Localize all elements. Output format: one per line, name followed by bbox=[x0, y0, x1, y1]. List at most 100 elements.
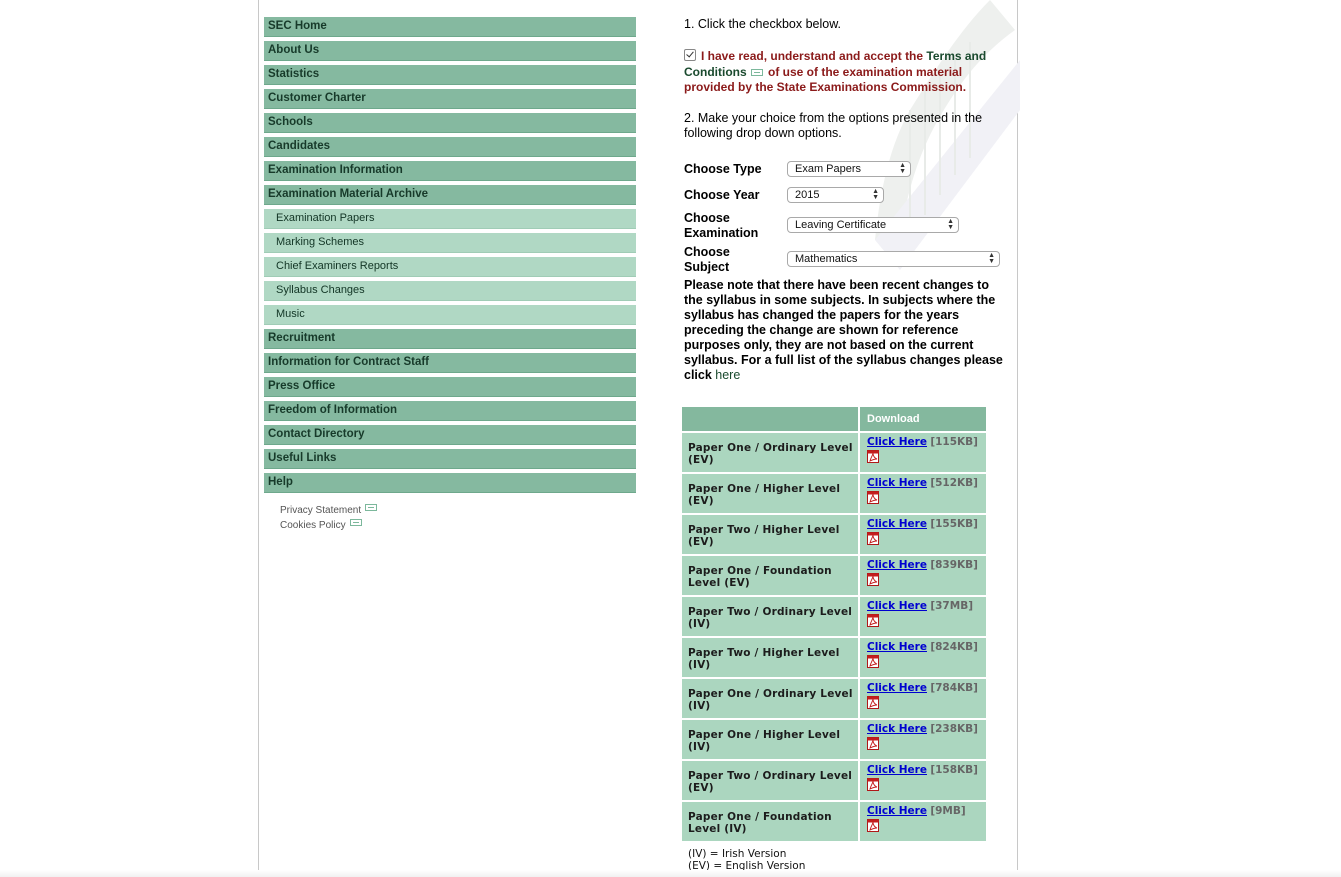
table-row: Paper One / Ordinary Level (IV) Click Her… bbox=[682, 679, 986, 718]
choose-subject-label: Choose Subject bbox=[684, 245, 730, 274]
file-size: [238KB] bbox=[930, 723, 978, 735]
sidebar-item-statistics[interactable]: Statistics bbox=[264, 65, 636, 85]
click-here-link[interactable]: Click Here bbox=[867, 518, 927, 530]
click-here-link[interactable]: Click Here bbox=[867, 723, 927, 735]
paper-name: Paper Two / Ordinary Level (EV) bbox=[682, 761, 858, 800]
choose-year-row: Choose Year 2015 ▲ ▼ bbox=[684, 187, 884, 203]
pdf-icon[interactable] bbox=[867, 614, 879, 627]
pdf-icon[interactable] bbox=[867, 696, 879, 709]
download-cell: Click Here [512KB] bbox=[860, 474, 986, 513]
privacy-statement-link[interactable]: Privacy Statement bbox=[280, 503, 378, 518]
download-cell: Click Here [824KB] bbox=[860, 638, 986, 677]
download-cell: Click Here [238KB] bbox=[860, 720, 986, 759]
syllabus-changes-here-link[interactable]: here bbox=[715, 368, 740, 382]
pdf-icon[interactable] bbox=[867, 778, 879, 791]
pdf-icon[interactable] bbox=[867, 573, 879, 586]
bottom-fade bbox=[0, 870, 1341, 877]
choose-type-value: Exam Papers bbox=[795, 163, 862, 175]
sidebar-subitem-marking-schemes[interactable]: Marking Schemes bbox=[264, 233, 636, 253]
click-here-link[interactable]: Click Here bbox=[867, 641, 927, 653]
choose-examination-select[interactable]: Leaving Certificate ▲ ▼ bbox=[787, 217, 959, 233]
table-row: Paper One / Ordinary Level (EV) Click Her… bbox=[682, 433, 986, 472]
sidebar-item-candidates[interactable]: Candidates bbox=[264, 137, 636, 157]
download-cell: Click Here [839KB] bbox=[860, 556, 986, 595]
download-cell: Click Here [37MB] bbox=[860, 597, 986, 636]
table-row: Paper Two / Ordinary Level (EV) Click Her… bbox=[682, 761, 986, 800]
cookies-policy-link[interactable]: Cookies Policy bbox=[280, 518, 377, 533]
choose-year-select[interactable]: 2015 ▲ ▼ bbox=[787, 187, 884, 203]
pdf-icon[interactable] bbox=[867, 532, 879, 545]
table-row: Paper One / Higher Level (EV) Click Here … bbox=[682, 474, 986, 513]
syllabus-note-text: Please note that there have been recent … bbox=[684, 278, 1003, 382]
choose-examination-label: Choose Examination bbox=[684, 211, 759, 240]
sidebar-item-sec-home[interactable]: SEC Home bbox=[264, 17, 636, 37]
pdf-icon[interactable] bbox=[867, 655, 879, 668]
choose-subject-row: Choose Subject Mathematics ▲ ▼ bbox=[684, 245, 1000, 275]
table-header-download: Download bbox=[860, 407, 986, 431]
select-arrows-icon: ▲ ▼ bbox=[899, 162, 906, 175]
select-arrows-icon: ▲ ▼ bbox=[947, 218, 954, 231]
sidebar-item-examination-information[interactable]: Examination Information bbox=[264, 161, 636, 181]
sidebar-item-contact-directory[interactable]: Contact Directory bbox=[264, 425, 636, 445]
download-cell: Click Here [784KB] bbox=[860, 679, 986, 718]
paper-name: Paper One / Higher Level (IV) bbox=[682, 720, 858, 759]
choose-year-label: Choose Year bbox=[684, 188, 760, 202]
click-here-link[interactable]: Click Here bbox=[867, 436, 927, 448]
choose-subject-select[interactable]: Mathematics ▲ ▼ bbox=[787, 251, 1000, 267]
select-arrows-icon: ▲ ▼ bbox=[988, 252, 995, 265]
sidebar-item-useful-links[interactable]: Useful Links bbox=[264, 449, 636, 469]
sidebar-item-schools[interactable]: Schools bbox=[264, 113, 636, 133]
choose-type-label: Choose Type bbox=[684, 162, 762, 176]
sidebar-item-examination-material-archive[interactable]: Examination Material Archive bbox=[264, 185, 636, 205]
download-cell: Click Here [115KB] bbox=[860, 433, 986, 472]
pdf-icon[interactable] bbox=[867, 819, 879, 832]
sidebar-subitem-chief-examiners-reports[interactable]: Chief Examiners Reports bbox=[264, 257, 636, 277]
external-link-icon bbox=[365, 504, 378, 511]
terms-checkbox[interactable] bbox=[684, 49, 696, 61]
sidebar-nav: SEC Home About Us Statistics Customer Chart… bbox=[264, 17, 636, 497]
sidebar-item-recruitment[interactable]: Recruitment bbox=[264, 329, 636, 349]
sidebar-subitem-music[interactable]: Music bbox=[264, 305, 636, 325]
file-size: [115KB] bbox=[930, 436, 978, 448]
sidebar-subitem-syllabus-changes[interactable]: Syllabus Changes bbox=[264, 281, 636, 301]
paper-name: Paper One / Ordinary Level (IV) bbox=[682, 679, 858, 718]
external-link-icon bbox=[349, 519, 362, 526]
click-here-link[interactable]: Click Here bbox=[867, 600, 927, 612]
table-row: Paper One / Higher Level (IV) Click Here … bbox=[682, 720, 986, 759]
file-size: [839KB] bbox=[930, 559, 978, 571]
sidebar-item-about-us[interactable]: About Us bbox=[264, 41, 636, 61]
paper-name: Paper One / Foundation Level (EV) bbox=[682, 556, 858, 595]
click-here-link[interactable]: Click Here bbox=[867, 805, 927, 817]
sidebar-item-customer-charter[interactable]: Customer Charter bbox=[264, 89, 636, 109]
sidebar-item-information-for-contract-staff[interactable]: Information for Contract Staff bbox=[264, 353, 636, 373]
click-here-link[interactable]: Click Here bbox=[867, 477, 927, 489]
download-table: Download Paper One / Ordinary Level (EV)… bbox=[682, 407, 986, 841]
sidebar-subitem-examination-papers[interactable]: Examination Papers bbox=[264, 209, 636, 229]
click-here-link[interactable]: Click Here bbox=[867, 682, 927, 694]
choose-type-select[interactable]: Exam Papers ▲ ▼ bbox=[787, 161, 911, 177]
terms-acceptance: I have read, understand and accept the T… bbox=[684, 49, 1010, 96]
click-here-link[interactable]: Click Here bbox=[867, 764, 927, 776]
file-size: [512KB] bbox=[930, 477, 978, 489]
choose-type-row: Choose Type Exam Papers ▲ ▼ bbox=[684, 161, 911, 177]
click-here-link[interactable]: Click Here bbox=[867, 559, 927, 571]
file-size: [37MB] bbox=[930, 600, 973, 612]
sidebar-item-press-office[interactable]: Press Office bbox=[264, 377, 636, 397]
table-row: Paper Two / Ordinary Level (IV) Click Her… bbox=[682, 597, 986, 636]
pdf-icon[interactable] bbox=[867, 737, 879, 750]
sidebar-item-freedom-of-information[interactable]: Freedom of Information bbox=[264, 401, 636, 421]
paper-name: Paper Two / Ordinary Level (IV) bbox=[682, 597, 858, 636]
paper-name: Paper Two / Higher Level (IV) bbox=[682, 638, 858, 677]
step-one-instruction: 1. Click the checkbox below. bbox=[684, 17, 842, 31]
download-cell: Click Here [155KB] bbox=[860, 515, 986, 554]
file-size: [784KB] bbox=[930, 682, 978, 694]
file-size: [824KB] bbox=[930, 641, 978, 653]
pdf-icon[interactable] bbox=[867, 491, 879, 504]
sidebar-item-help[interactable]: Help bbox=[264, 473, 636, 493]
file-size: [155KB] bbox=[930, 518, 978, 530]
choose-year-value: 2015 bbox=[795, 189, 820, 201]
table-row: Paper Two / Higher Level (IV) Click Here … bbox=[682, 638, 986, 677]
select-arrows-icon: ▲ ▼ bbox=[872, 188, 879, 201]
pdf-icon[interactable] bbox=[867, 450, 879, 463]
table-header: Download bbox=[682, 407, 986, 431]
